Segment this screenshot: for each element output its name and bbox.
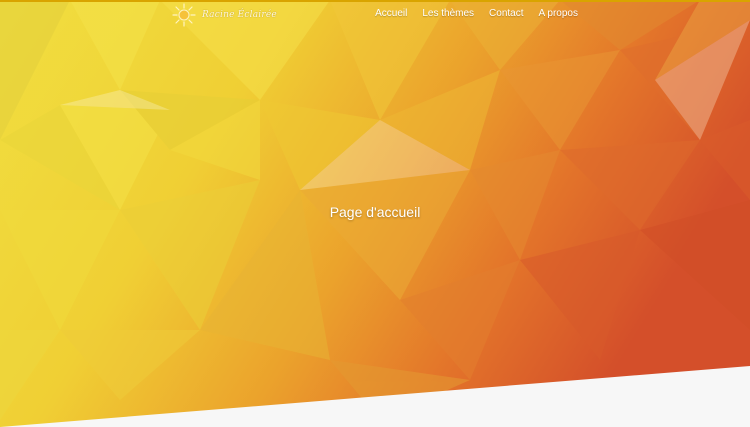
page-title: Page d'accueil [329,204,421,220]
sun-icon [172,3,196,27]
nav-item-contact[interactable]: Contact [489,8,523,19]
nav-item-accueil[interactable]: Accueil [375,8,407,19]
site-header: Racine Éclairée Accueil Les thèmes Conta… [0,0,750,30]
site-logo[interactable]: Racine Éclairée [172,3,277,27]
nav-item-a-propos[interactable]: A propos [539,8,578,19]
nav-item-les-themes[interactable]: Les thèmes [422,8,474,19]
logo-text: Racine Éclairée [202,10,277,20]
main-nav: Accueil Les thèmes Contact A propos [375,8,578,19]
